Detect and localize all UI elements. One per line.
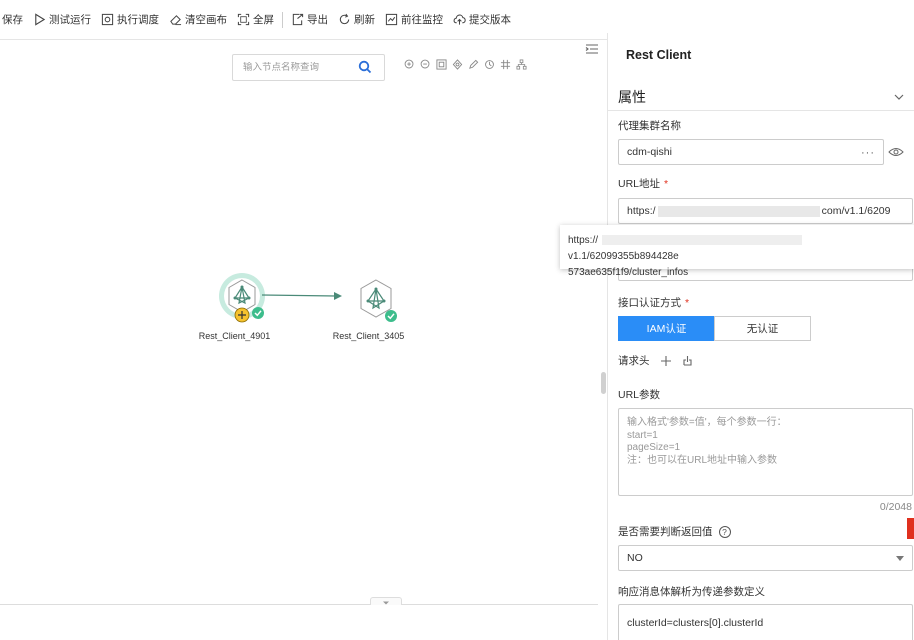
schedule-button[interactable]: 执行调度 [96, 0, 164, 40]
save-button[interactable]: 保存 [0, 0, 28, 40]
chevron-down-icon [894, 94, 904, 100]
check-return-select[interactable]: NO [618, 545, 913, 571]
workflow-node[interactable]: Rest_Client_4901 [192, 272, 277, 341]
caret-down-icon [896, 555, 904, 561]
schedule-label: 执行调度 [117, 14, 159, 26]
redacted-region [657, 205, 820, 217]
node-label: Rest_Client_4901 [198, 331, 271, 341]
auth-label-text: 接口认证方式 [618, 297, 681, 309]
refresh-button[interactable]: 刷新 [333, 0, 380, 40]
chevron-down-icon [383, 601, 389, 605]
bottom-divider [0, 604, 598, 605]
no-auth-option[interactable]: 无认证 [714, 316, 811, 341]
workflow-node[interactable]: Rest_Client_3405 [326, 278, 411, 341]
zoom-out-icon[interactable] [420, 59, 431, 70]
char-counter: 0/2048 [879, 501, 912, 513]
proxy-field[interactable]: cdm-qishi ··· [618, 139, 884, 165]
refresh-layout-icon[interactable] [484, 59, 495, 70]
properties-section-header[interactable]: 属性 [608, 83, 914, 111]
refresh-label: 刷新 [354, 14, 375, 26]
url-params-label: URL参数 [618, 389, 661, 401]
check-return-text: 是否需要判断返回值 [618, 526, 713, 538]
response-label: 响应消息体解析为传递参数定义 [618, 586, 765, 598]
redacted-region [602, 235, 803, 246]
search-icon[interactable] [358, 60, 372, 74]
fullscreen-label: 全屏 [253, 14, 274, 26]
request-headers-row: 请求头 [618, 353, 693, 368]
toolbar-divider [282, 11, 283, 28]
check-return-value: NO [627, 552, 643, 564]
monitor-label: 前往监控 [401, 14, 443, 26]
node-search [232, 54, 385, 81]
save-label: 保存 [2, 14, 23, 26]
fullscreen-icon [237, 13, 250, 26]
node-label: Rest_Client_3405 [332, 331, 405, 341]
properties-panel: Rest Client 属性 代理集群名称 cdm-qishi ··· URL地… [607, 33, 914, 640]
url-suffix: com/v1.1/6209 [821, 205, 891, 217]
import-icon[interactable] [682, 355, 693, 366]
url-label: URL地址 * [618, 176, 668, 191]
url-prefix: https:/ [627, 205, 656, 217]
eraser-icon [170, 15, 182, 26]
check-return-label: 是否需要判断返回值? [618, 524, 731, 539]
panel-title: Rest Client [626, 48, 692, 62]
pen-icon[interactable] [468, 59, 479, 70]
tooltip-line-1: https:// v1.1/62099355b894428e [568, 233, 906, 265]
test-run-button[interactable]: 测试运行 [28, 0, 96, 40]
more-icon[interactable]: ··· [861, 147, 875, 159]
canvas[interactable]: Rest_Client_4901 Rest_Client_3405 [0, 41, 600, 640]
bottom-panel-toggle[interactable] [370, 597, 402, 605]
format-icon[interactable] [452, 59, 463, 70]
play-icon [35, 13, 46, 26]
canvas-tools [404, 59, 527, 70]
tree-layout-icon[interactable] [516, 59, 527, 70]
url-label-text: URL地址 [618, 178, 661, 190]
iam-auth-option[interactable]: IAM认证 [618, 316, 715, 341]
panel-toggle-icon[interactable] [585, 42, 599, 56]
help-icon[interactable]: ? [718, 526, 731, 539]
rest-client-node-icon [360, 279, 397, 322]
test-run-label: 测试运行 [49, 14, 91, 26]
tooltip-suffix: v1.1/62099355b894428e [568, 251, 679, 262]
proxy-value: cdm-qishi [627, 146, 672, 158]
headers-label: 请求头 [618, 355, 650, 367]
fullscreen-button[interactable]: 全屏 [232, 0, 279, 40]
required-mark: * [685, 297, 690, 309]
refresh-icon [339, 13, 350, 25]
response-value: clusterId=clusters[0].clusterId [627, 616, 764, 629]
monitor-icon [385, 13, 398, 26]
clear-canvas-button[interactable]: 清空画布 [164, 0, 232, 40]
section-title: 属性 [618, 89, 646, 105]
export-label: 导出 [307, 14, 328, 26]
zoom-in-icon[interactable] [404, 59, 415, 70]
export-button[interactable]: 导出 [286, 0, 333, 40]
submit-version-label: 提交版本 [469, 14, 511, 26]
tooltip-prefix: https:// [568, 235, 599, 246]
required-mark: * [664, 178, 669, 190]
auth-label: 接口认证方式 * [618, 295, 689, 310]
url-tooltip: https:// v1.1/62099355b894428e 573ae635f1… [560, 225, 914, 278]
schedule-icon [101, 13, 114, 26]
export-icon [292, 13, 304, 26]
url-input[interactable]: https:/ com/v1.1/6209 [618, 198, 913, 224]
url-params-textarea[interactable]: 输入格式'参数=值'，每个参数一行： start=1 pageSize=1 注：… [618, 408, 913, 496]
fit-canvas-icon[interactable] [436, 59, 447, 70]
grid-icon[interactable] [500, 59, 511, 70]
upload-cloud-icon [453, 14, 466, 25]
feedback-tab[interactable] [907, 518, 914, 539]
splitter-handle[interactable] [601, 372, 606, 394]
add-icon[interactable] [660, 355, 672, 367]
proxy-label: 代理集群名称 [618, 120, 681, 132]
response-param-input[interactable]: clusterId=clusters[0].clusterId [618, 604, 913, 640]
auth-segmented-control: IAM认证 无认证 [618, 316, 811, 341]
submit-version-button[interactable]: 提交版本 [448, 0, 516, 40]
clear-canvas-label: 清空画布 [185, 14, 227, 26]
tooltip-line-2: 573ae635f1f9/cluster_infos [568, 267, 689, 278]
monitor-button[interactable]: 前往监控 [380, 0, 448, 40]
node-search-input[interactable] [243, 62, 353, 73]
eye-icon[interactable] [888, 147, 904, 157]
